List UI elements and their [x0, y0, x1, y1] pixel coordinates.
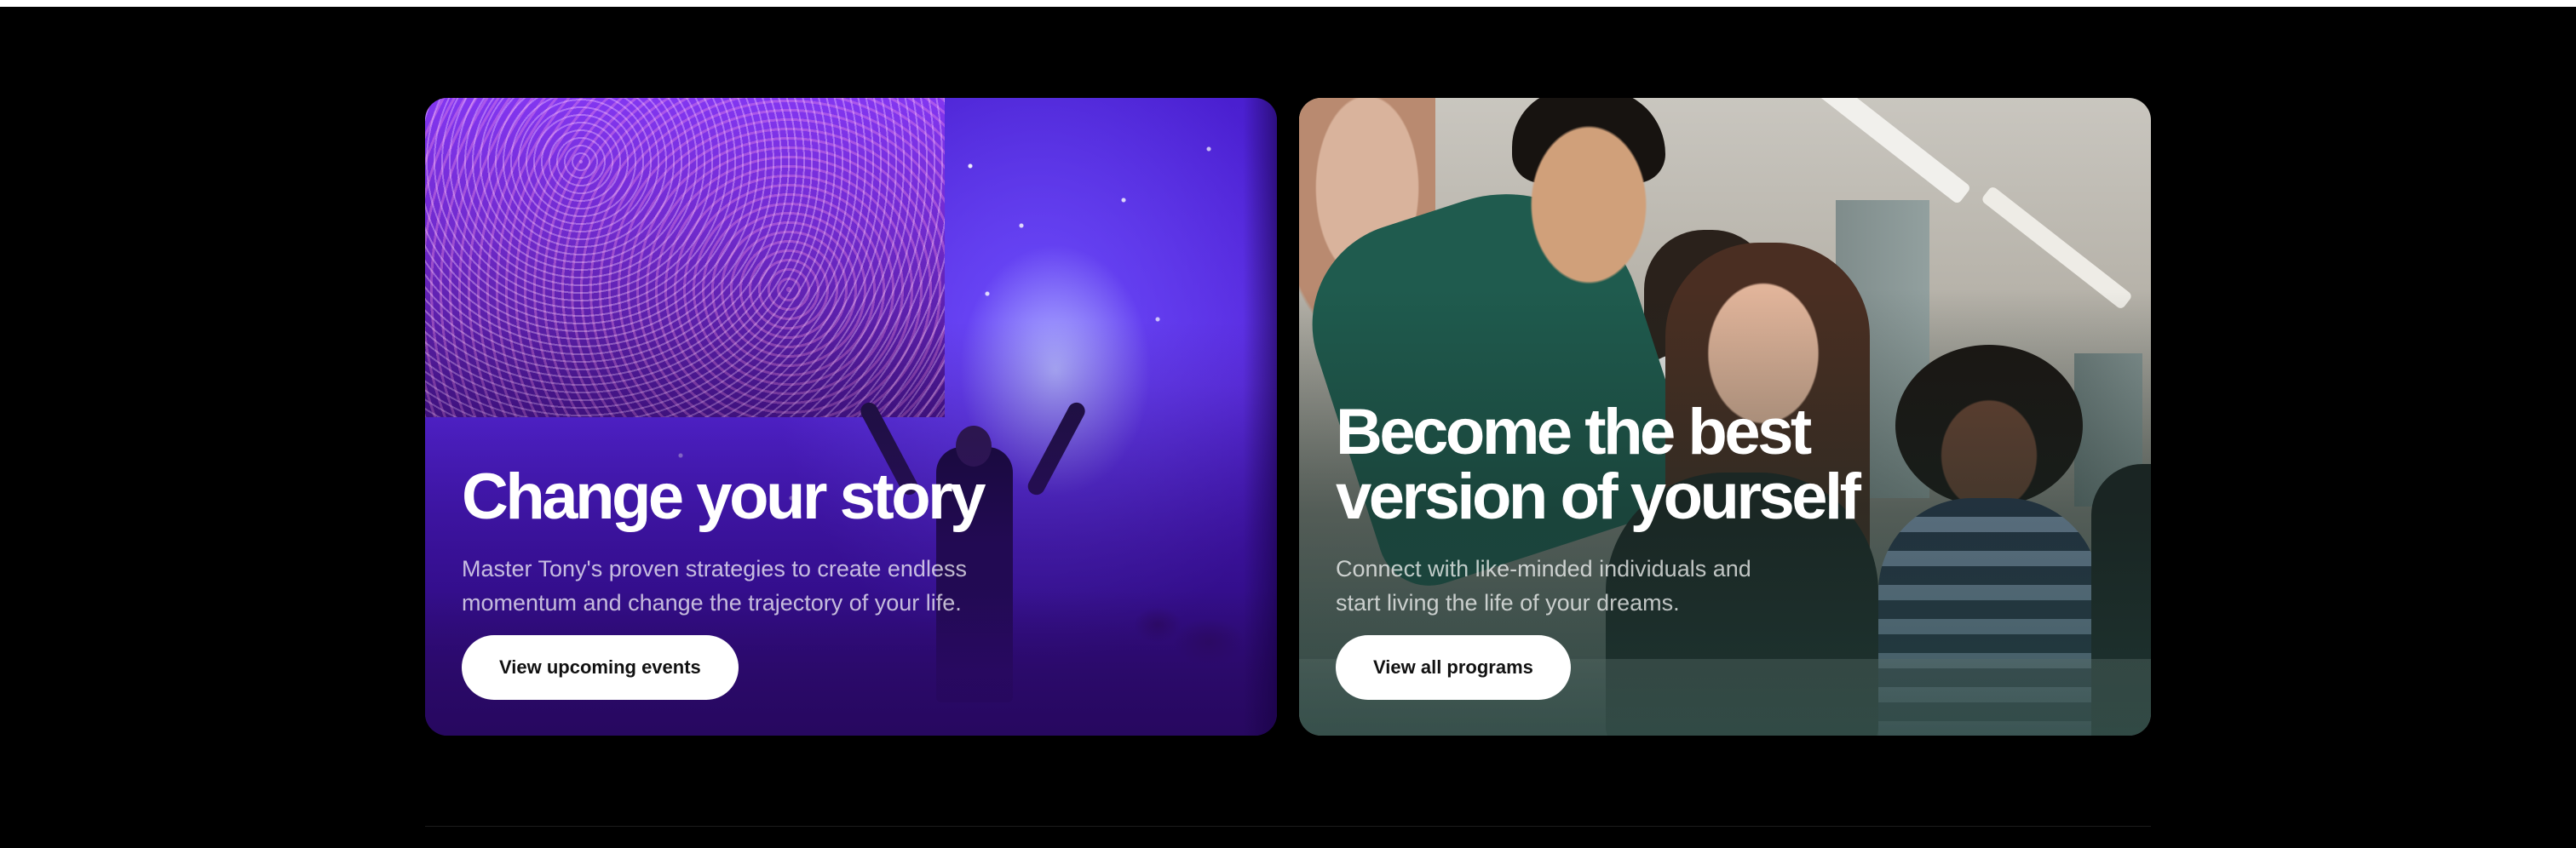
- top-divider: [0, 0, 2576, 7]
- section-divider: [425, 826, 2151, 827]
- promo-cards: Change your story Master Tony's proven s…: [425, 98, 2151, 736]
- promo-card-programs[interactable]: Become the best version of yourself Conn…: [1299, 98, 2151, 736]
- promo-card-events[interactable]: Change your story Master Tony's proven s…: [425, 98, 1277, 736]
- card-title: Change your story: [462, 461, 986, 533]
- card-title: Become the best version of yourself: [1336, 396, 1861, 533]
- card-description: Master Tony's proven strategies to creat…: [462, 556, 967, 616]
- card-description: Connect with like-minded individuals and…: [1336, 556, 1751, 616]
- card-content: Become the best version of yourself Conn…: [1336, 400, 2102, 700]
- page: Change your story Master Tony's proven s…: [0, 0, 2576, 848]
- view-upcoming-events-button[interactable]: View upcoming events: [462, 635, 739, 700]
- card-edge-shade: [1243, 98, 1277, 736]
- view-all-programs-button[interactable]: View all programs: [1336, 635, 1571, 700]
- card-content: Change your story Master Tony's proven s…: [462, 465, 1228, 700]
